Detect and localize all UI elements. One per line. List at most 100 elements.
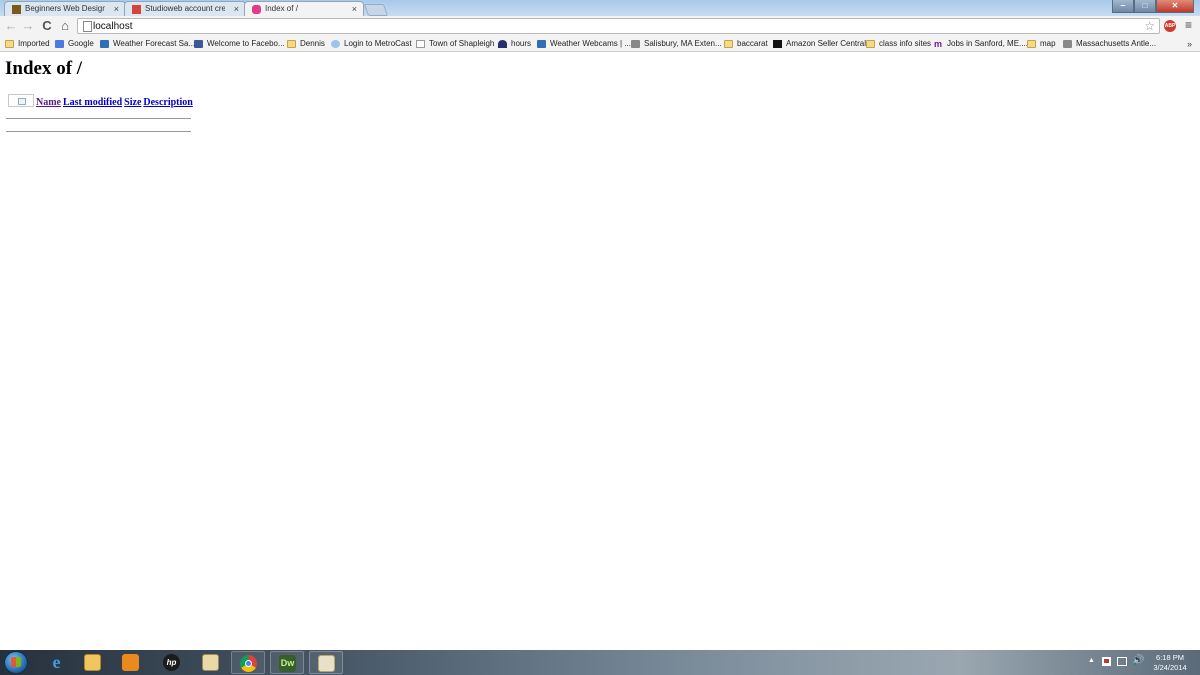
- bookmark-site-icon: [631, 40, 640, 48]
- icon-column-header: [8, 94, 34, 110]
- tab-index-of[interactable]: Index of / ×: [244, 1, 364, 16]
- taskbar-file-explorer[interactable]: [76, 651, 110, 674]
- google-icon: [55, 40, 64, 48]
- notes-icon: [202, 654, 219, 671]
- bookmark-imported[interactable]: Imported: [5, 38, 50, 50]
- tab-favicon-icon: [252, 5, 261, 14]
- sort-by-size-link[interactable]: Size: [124, 97, 141, 108]
- taskbar-hp[interactable]: hp: [155, 651, 189, 674]
- bookmark-hours[interactable]: hours: [498, 38, 531, 50]
- show-hidden-icons-button[interactable]: ▲: [1088, 657, 1095, 664]
- tab-beginners-web-design[interactable]: Beginners Web Design - l ×: [4, 1, 126, 16]
- bookmark-class-info[interactable]: class info sites: [866, 38, 931, 50]
- folder-icon: [5, 40, 14, 48]
- bookmarks-overflow-button[interactable]: »: [1187, 38, 1192, 50]
- bookmark-label: Login to MetroCast: [344, 39, 412, 48]
- clock[interactable]: 6:18 PM 3/24/2014: [1146, 653, 1194, 673]
- network-icon[interactable]: [1117, 657, 1127, 666]
- bookmark-label: baccarat: [737, 39, 768, 48]
- bookmark-label: Massachusetts Antle...: [1076, 39, 1157, 48]
- tab-close-icon[interactable]: ×: [234, 2, 239, 16]
- clock-date: 3/24/2014: [1153, 663, 1187, 672]
- listing-table: Name Last modified Size Description: [6, 94, 195, 110]
- maximize-button[interactable]: □: [1134, 0, 1156, 13]
- taskbar-internet-explorer[interactable]: e: [40, 651, 74, 674]
- bookmark-salisbury[interactable]: Salisbury, MA Exten...: [631, 38, 722, 50]
- mail-icon: [331, 40, 340, 48]
- folder-icon: [84, 654, 101, 671]
- tab-close-icon[interactable]: ×: [114, 2, 119, 16]
- tab-strip: Beginners Web Design - l × Studioweb acc…: [0, 0, 1200, 16]
- action-center-flag-icon[interactable]: [1102, 657, 1111, 666]
- folder-icon: [1027, 40, 1036, 48]
- page-icon: [83, 21, 92, 32]
- taskbar-sticky-notes[interactable]: [194, 651, 228, 674]
- url-input[interactable]: [93, 19, 1123, 33]
- window-controls: ‒ □ ✕: [1112, 0, 1194, 13]
- internet-explorer-icon: e: [52, 652, 61, 672]
- bookmark-site-icon: [1063, 40, 1072, 48]
- sort-by-description-link[interactable]: Description: [143, 97, 192, 108]
- adblock-icon[interactable]: ABP: [1164, 20, 1176, 32]
- page-icon: [416, 40, 425, 48]
- media-player-icon: [122, 654, 139, 671]
- home-button[interactable]: ⌂: [58, 19, 72, 33]
- gmail-icon: [132, 5, 141, 14]
- broken-image-icon: [8, 94, 34, 107]
- amazon-icon: [773, 40, 782, 48]
- bookmark-map[interactable]: map: [1027, 38, 1056, 50]
- back-button[interactable]: ←: [4, 19, 18, 33]
- reload-button[interactable]: C: [40, 19, 54, 33]
- divider: [6, 131, 191, 132]
- directory-listing: Name Last modified Size Description: [6, 94, 195, 110]
- bookmark-label: Google: [68, 39, 94, 48]
- bookmark-label: Salisbury, MA Exten...: [644, 39, 722, 48]
- monster-icon: m: [934, 39, 943, 49]
- tab-title: Beginners Web Design - l: [25, 4, 105, 13]
- tab-title: Index of /: [265, 4, 298, 13]
- bookmark-label: Town of Shapleigh: [429, 39, 495, 48]
- windows-logo-icon: [11, 657, 21, 667]
- close-window-button[interactable]: ✕: [1156, 0, 1194, 13]
- tab-studioweb-account[interactable]: Studioweb account create ×: [124, 1, 246, 16]
- bookmark-google[interactable]: Google: [55, 38, 94, 50]
- bookmark-dennis[interactable]: Dennis: [287, 38, 325, 50]
- bookmark-amazon-seller[interactable]: Amazon Seller Central: [773, 38, 866, 50]
- divider: [6, 118, 191, 119]
- bookmark-metrocast[interactable]: Login to MetroCast: [331, 38, 412, 50]
- sort-by-name-link[interactable]: Name: [36, 97, 61, 108]
- bookmark-shapleigh[interactable]: Town of Shapleigh: [416, 38, 494, 50]
- menu-icon[interactable]: ≡: [1185, 19, 1192, 32]
- taskbar-chrome[interactable]: [231, 651, 265, 674]
- taskbar-dreamweaver[interactable]: Dw: [270, 651, 304, 674]
- bookmark-star-icon[interactable]: ☆: [1144, 19, 1155, 33]
- folder-icon: [287, 40, 296, 48]
- taskbar-media-player[interactable]: [114, 651, 148, 674]
- tab-close-icon[interactable]: ×: [352, 2, 357, 16]
- weather-icon: [100, 40, 109, 48]
- new-tab-button[interactable]: [363, 4, 389, 16]
- tab-favicon-icon: [12, 5, 21, 14]
- bookmark-label: Welcome to Facebo...: [207, 39, 285, 48]
- bookmark-facebook[interactable]: Welcome to Facebo...: [194, 38, 285, 50]
- taskbar-game[interactable]: [309, 651, 343, 674]
- minimize-button[interactable]: ‒: [1112, 0, 1134, 13]
- tab-title: Studioweb account create: [145, 4, 225, 13]
- bookmark-massachusetts[interactable]: Massachusetts Antle...: [1063, 38, 1156, 50]
- browser-toolbar: ← → C ⌂ ☆ ABP ≡: [0, 16, 1200, 36]
- bookmark-label: Amazon Seller Central: [786, 39, 867, 48]
- bookmark-baccarat[interactable]: baccarat: [724, 38, 768, 50]
- bookmark-jobs-sanford[interactable]: m Jobs in Sanford, ME....: [934, 38, 1028, 50]
- sort-by-last-modified-link[interactable]: Last modified: [63, 97, 122, 108]
- start-button[interactable]: [4, 651, 28, 674]
- table-header-row: Name Last modified Size Description: [8, 94, 193, 110]
- forward-button[interactable]: →: [21, 19, 35, 33]
- chrome-icon: [240, 655, 257, 672]
- bookmark-weather-forecast[interactable]: Weather Forecast Sa...: [100, 38, 195, 50]
- weather-icon: [537, 40, 546, 48]
- address-bar[interactable]: ☆: [77, 18, 1160, 34]
- page-title: Index of /: [5, 58, 83, 79]
- bookmark-label: Weather Forecast Sa...: [113, 39, 196, 48]
- bookmark-weather-webcams[interactable]: Weather Webcams | ...: [537, 38, 631, 50]
- volume-icon[interactable]: 🔊: [1132, 655, 1144, 667]
